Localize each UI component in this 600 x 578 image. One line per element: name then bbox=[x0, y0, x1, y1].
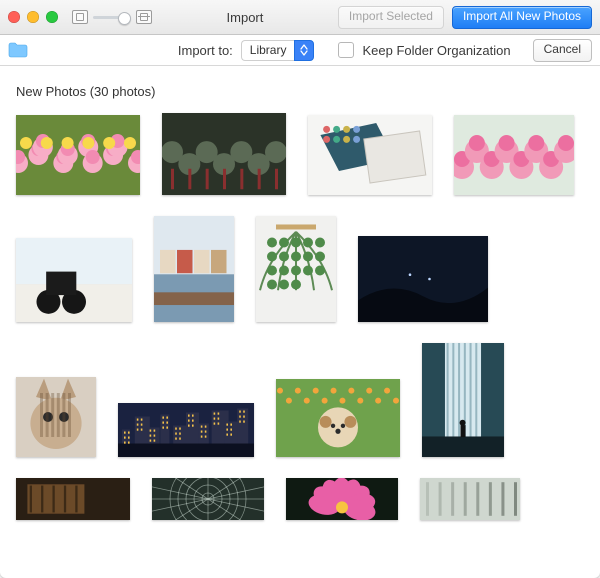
options-bar: Import to: Library Keep Folder Organizat… bbox=[0, 35, 600, 66]
thumbnail-size-slider[interactable] bbox=[72, 10, 152, 24]
window-title: Import bbox=[227, 10, 264, 25]
photo-thumbnail[interactable] bbox=[162, 113, 286, 198]
close-icon[interactable] bbox=[8, 11, 20, 23]
photo-thumbnail[interactable] bbox=[118, 403, 254, 460]
cancel-button[interactable]: Cancel bbox=[533, 39, 592, 62]
folder-icon bbox=[8, 42, 28, 58]
select-stepper-icon bbox=[294, 40, 314, 61]
zoom-icon[interactable] bbox=[46, 11, 58, 23]
photo-thumbnail[interactable] bbox=[422, 343, 504, 460]
import-to-label: Import to: bbox=[178, 43, 233, 58]
photo-thumbnail[interactable] bbox=[358, 236, 488, 325]
import-window: Import Import Selected Import All New Ph… bbox=[0, 0, 600, 578]
titlebar: Import Import Selected Import All New Ph… bbox=[0, 0, 600, 35]
photo-thumbnail[interactable] bbox=[154, 216, 234, 325]
photo-thumbnail[interactable] bbox=[454, 115, 574, 198]
photo-thumbnail[interactable] bbox=[276, 379, 400, 460]
photo-thumbnail[interactable] bbox=[286, 478, 398, 523]
photo-thumbnail[interactable] bbox=[308, 115, 432, 198]
photo-thumbnail[interactable] bbox=[16, 238, 132, 325]
import-all-button[interactable]: Import All New Photos bbox=[452, 6, 592, 29]
photo-thumbnail[interactable] bbox=[256, 216, 336, 325]
photo-thumbnail[interactable] bbox=[420, 478, 520, 523]
small-thumbnails-icon bbox=[72, 10, 88, 24]
import-to-select[interactable]: Library bbox=[241, 40, 315, 61]
slider-track[interactable] bbox=[93, 16, 131, 19]
keep-folder-org-checkbox[interactable] bbox=[338, 42, 354, 58]
photo-thumbnail[interactable] bbox=[16, 115, 140, 198]
keep-folder-org-label: Keep Folder Organization bbox=[362, 43, 510, 58]
large-thumbnails-icon bbox=[136, 10, 152, 24]
import-to-value: Library bbox=[241, 40, 295, 61]
photo-thumbnail[interactable] bbox=[152, 478, 264, 523]
photo-thumbnail[interactable] bbox=[16, 377, 96, 460]
thumbnail-grid bbox=[16, 113, 584, 523]
window-controls bbox=[8, 11, 58, 23]
content-scroll-area[interactable]: New Photos (30 photos) bbox=[0, 66, 600, 578]
slider-thumb[interactable] bbox=[118, 12, 131, 25]
import-selected-button[interactable]: Import Selected bbox=[338, 6, 444, 29]
photo-thumbnail[interactable] bbox=[16, 478, 130, 523]
minimize-icon[interactable] bbox=[27, 11, 39, 23]
section-heading: New Photos (30 photos) bbox=[16, 84, 584, 99]
